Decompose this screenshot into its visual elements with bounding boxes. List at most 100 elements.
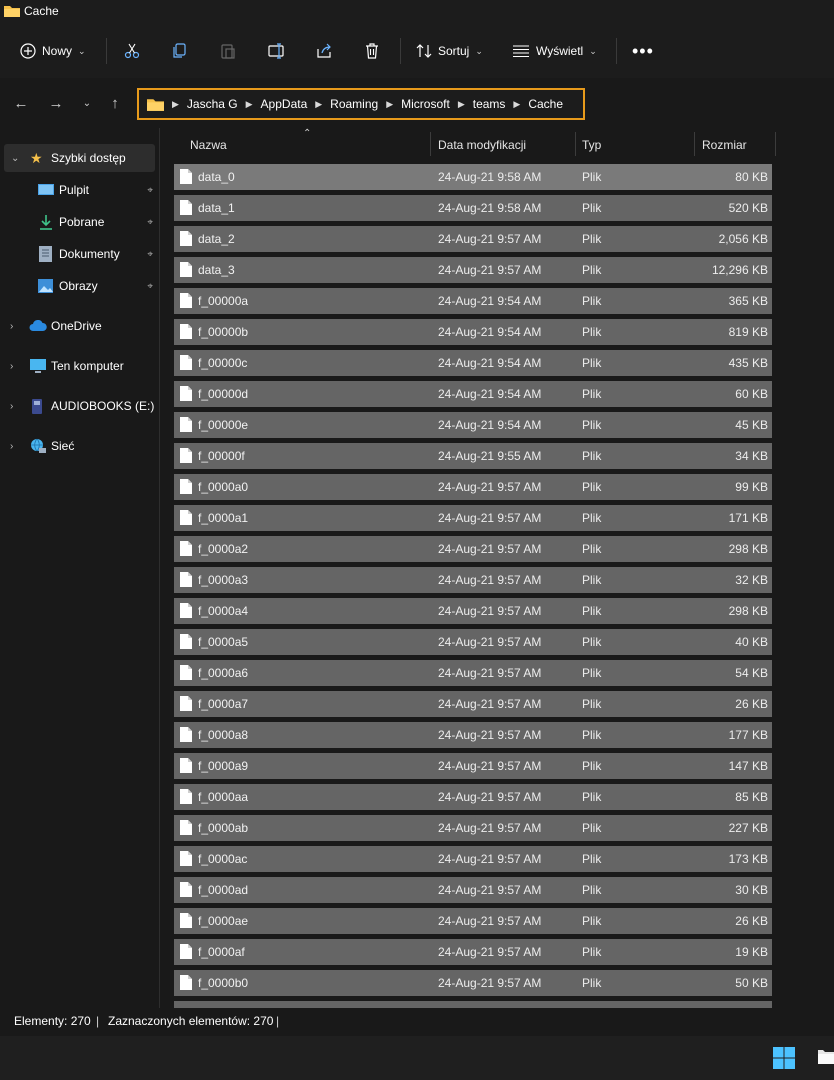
file-row[interactable]: data_1 24-Aug-21 9:58 AM Plik 520 KB xyxy=(174,195,772,221)
file-row[interactable]: f_0000b0 24-Aug-21 9:57 AM Plik 50 KB xyxy=(174,970,772,996)
file-row[interactable]: f_0000ad 24-Aug-21 9:57 AM Plik 30 KB xyxy=(174,877,772,903)
rename-button[interactable] xyxy=(268,24,286,78)
breadcrumb-item[interactable]: Roaming xyxy=(330,97,378,111)
sidebar-item-pictures[interactable]: Obrazy ⌖ xyxy=(0,272,159,300)
paste-button[interactable] xyxy=(220,24,236,78)
chevron-right-icon[interactable]: › xyxy=(10,441,13,452)
view-button[interactable]: Wyświetl ⌄ xyxy=(512,24,597,78)
file-row[interactable]: f_0000a5 24-Aug-21 9:57 AM Plik 40 KB xyxy=(174,629,772,655)
column-divider[interactable] xyxy=(775,132,776,156)
file-size: 60 KB xyxy=(735,387,768,401)
column-header-date[interactable]: Data modyfikacji xyxy=(438,138,526,152)
file-name: f_0000a0 xyxy=(198,480,249,494)
more-options-button[interactable]: ••• xyxy=(632,24,654,78)
file-row[interactable] xyxy=(174,1001,772,1008)
share-icon xyxy=(317,43,331,58)
column-divider[interactable] xyxy=(575,132,576,156)
file-type: Plik xyxy=(582,883,602,897)
chevron-right-icon[interactable]: › xyxy=(10,401,13,412)
file-row[interactable]: f_0000a3 24-Aug-21 9:57 AM Plik 32 KB xyxy=(174,567,772,593)
pin-icon[interactable]: ⌖ xyxy=(147,281,153,292)
vertical-scrollbar[interactable] xyxy=(824,128,834,1008)
column-header-type[interactable]: Typ xyxy=(582,138,601,152)
file-type: Plik xyxy=(582,821,602,835)
file-row[interactable]: f_0000a8 24-Aug-21 9:57 AM Plik 177 KB xyxy=(174,722,772,748)
file-name: f_00000d xyxy=(198,387,249,401)
file-row[interactable]: f_00000c 24-Aug-21 9:54 AM Plik 435 KB xyxy=(174,350,772,376)
sidebar-item-onedrive[interactable]: › OneDrive xyxy=(0,312,159,340)
sort-button[interactable]: Sortuj ⌄ xyxy=(416,24,483,78)
file-row[interactable]: data_0 24-Aug-21 9:58 AM Plik 80 KB xyxy=(174,164,772,190)
pin-icon[interactable]: ⌖ xyxy=(147,249,153,260)
file-list[interactable]: ⌃ Nazwa Data modyfikacji Typ Rozmiar dat… xyxy=(160,128,834,1008)
address-bar[interactable]: ▶ Jascha G ▶ AppData ▶ Roaming ▶ Microso… xyxy=(137,88,585,120)
view-button-label: Wyświetl xyxy=(536,44,584,58)
file-row[interactable]: f_0000a1 24-Aug-21 9:57 AM Plik 171 KB xyxy=(174,505,772,531)
file-row[interactable]: f_0000a4 24-Aug-21 9:57 AM Plik 298 KB xyxy=(174,598,772,624)
chevron-down-icon: ⌄ xyxy=(78,45,86,56)
chevron-right-icon[interactable]: › xyxy=(10,321,13,332)
file-row[interactable]: f_0000a2 24-Aug-21 9:57 AM Plik 298 KB xyxy=(174,536,772,562)
recent-locations-button[interactable]: ⌄ xyxy=(76,92,98,114)
column-header-name[interactable]: Nazwa xyxy=(190,138,227,152)
file-size: 173 KB xyxy=(728,852,768,866)
file-row[interactable]: f_0000aa 24-Aug-21 9:57 AM Plik 85 KB xyxy=(174,784,772,810)
sidebar-item-downloads[interactable]: Pobrane ⌖ xyxy=(0,208,159,236)
sidebar-item-label: Pobrane xyxy=(59,215,105,229)
file-type: Plik xyxy=(582,759,602,773)
sidebar-item-network[interactable]: › Sieć xyxy=(0,432,159,460)
file-row[interactable]: f_0000a9 24-Aug-21 9:57 AM Plik 147 KB xyxy=(174,753,772,779)
file-explorer-taskbar-icon[interactable] xyxy=(816,1044,834,1068)
file-row[interactable]: f_00000f 24-Aug-21 9:55 AM Plik 34 KB xyxy=(174,443,772,469)
file-size: 19 KB xyxy=(735,945,768,959)
chevron-right-icon: ▶ xyxy=(172,98,179,109)
file-row[interactable]: data_3 24-Aug-21 9:57 AM Plik 12,296 KB xyxy=(174,257,772,283)
file-row[interactable]: f_0000a0 24-Aug-21 9:57 AM Plik 99 KB xyxy=(174,474,772,500)
new-button[interactable]: Nowy ⌄ xyxy=(20,24,86,78)
breadcrumb-item[interactable]: AppData xyxy=(261,97,308,111)
file-row[interactable]: f_0000af 24-Aug-21 9:57 AM Plik 19 KB xyxy=(174,939,772,965)
file-row[interactable]: data_2 24-Aug-21 9:57 AM Plik 2,056 KB xyxy=(174,226,772,252)
sort-icon xyxy=(416,44,432,58)
file-type: Plik xyxy=(582,604,602,618)
column-header-size[interactable]: Rozmiar xyxy=(702,138,747,152)
sidebar-item-audiobooks-drive[interactable]: › AUDIOBOOKS (E:) xyxy=(0,392,159,420)
pin-icon[interactable]: ⌖ xyxy=(147,185,153,196)
file-type: Plik xyxy=(582,480,602,494)
file-icon xyxy=(180,541,192,556)
column-divider[interactable] xyxy=(694,132,695,156)
breadcrumb-item[interactable]: Microsoft xyxy=(401,97,450,111)
file-row[interactable]: f_0000ac 24-Aug-21 9:57 AM Plik 173 KB xyxy=(174,846,772,872)
file-row[interactable]: f_00000b 24-Aug-21 9:54 AM Plik 819 KB xyxy=(174,319,772,345)
windows-start-icon[interactable] xyxy=(772,1046,796,1070)
breadcrumb-item[interactable]: teams xyxy=(473,97,506,111)
forward-button[interactable]: → xyxy=(45,92,67,114)
chevron-down-icon[interactable]: ⌄ xyxy=(11,153,19,164)
back-button[interactable]: ← xyxy=(10,92,32,114)
file-icon xyxy=(180,944,192,959)
sidebar-item-quick-access[interactable]: ⌄ ★ Szybki dostęp xyxy=(4,144,155,172)
chevron-right-icon[interactable]: › xyxy=(10,361,13,372)
file-row[interactable]: f_0000ae 24-Aug-21 9:57 AM Plik 26 KB xyxy=(174,908,772,934)
title-bar[interactable] xyxy=(0,0,834,24)
file-row[interactable]: f_00000a 24-Aug-21 9:54 AM Plik 365 KB xyxy=(174,288,772,314)
column-divider[interactable] xyxy=(430,132,431,156)
up-button[interactable]: ↑ xyxy=(104,92,126,114)
file-row[interactable]: f_00000e 24-Aug-21 9:54 AM Plik 45 KB xyxy=(174,412,772,438)
delete-button[interactable] xyxy=(364,24,380,78)
cut-button[interactable] xyxy=(124,24,140,78)
file-row[interactable]: f_0000ab 24-Aug-21 9:57 AM Plik 227 KB xyxy=(174,815,772,841)
breadcrumb-item[interactable]: Cache xyxy=(528,97,563,111)
pin-icon[interactable]: ⌖ xyxy=(147,217,153,228)
sidebar-item-this-pc[interactable]: › Ten komputer xyxy=(0,352,159,380)
file-row[interactable]: f_0000a6 24-Aug-21 9:57 AM Plik 54 KB xyxy=(174,660,772,686)
file-name: f_0000af xyxy=(198,945,245,959)
file-row[interactable]: f_0000a7 24-Aug-21 9:57 AM Plik 26 KB xyxy=(174,691,772,717)
breadcrumb-item[interactable]: Jascha G xyxy=(187,97,238,111)
file-name: f_00000a xyxy=(198,294,249,308)
share-button[interactable] xyxy=(316,24,332,78)
copy-button[interactable] xyxy=(172,24,188,78)
sidebar-item-documents[interactable]: Dokumenty ⌖ xyxy=(0,240,159,268)
sidebar-item-desktop[interactable]: Pulpit ⌖ xyxy=(0,176,159,204)
file-row[interactable]: f_00000d 24-Aug-21 9:54 AM Plik 60 KB xyxy=(174,381,772,407)
